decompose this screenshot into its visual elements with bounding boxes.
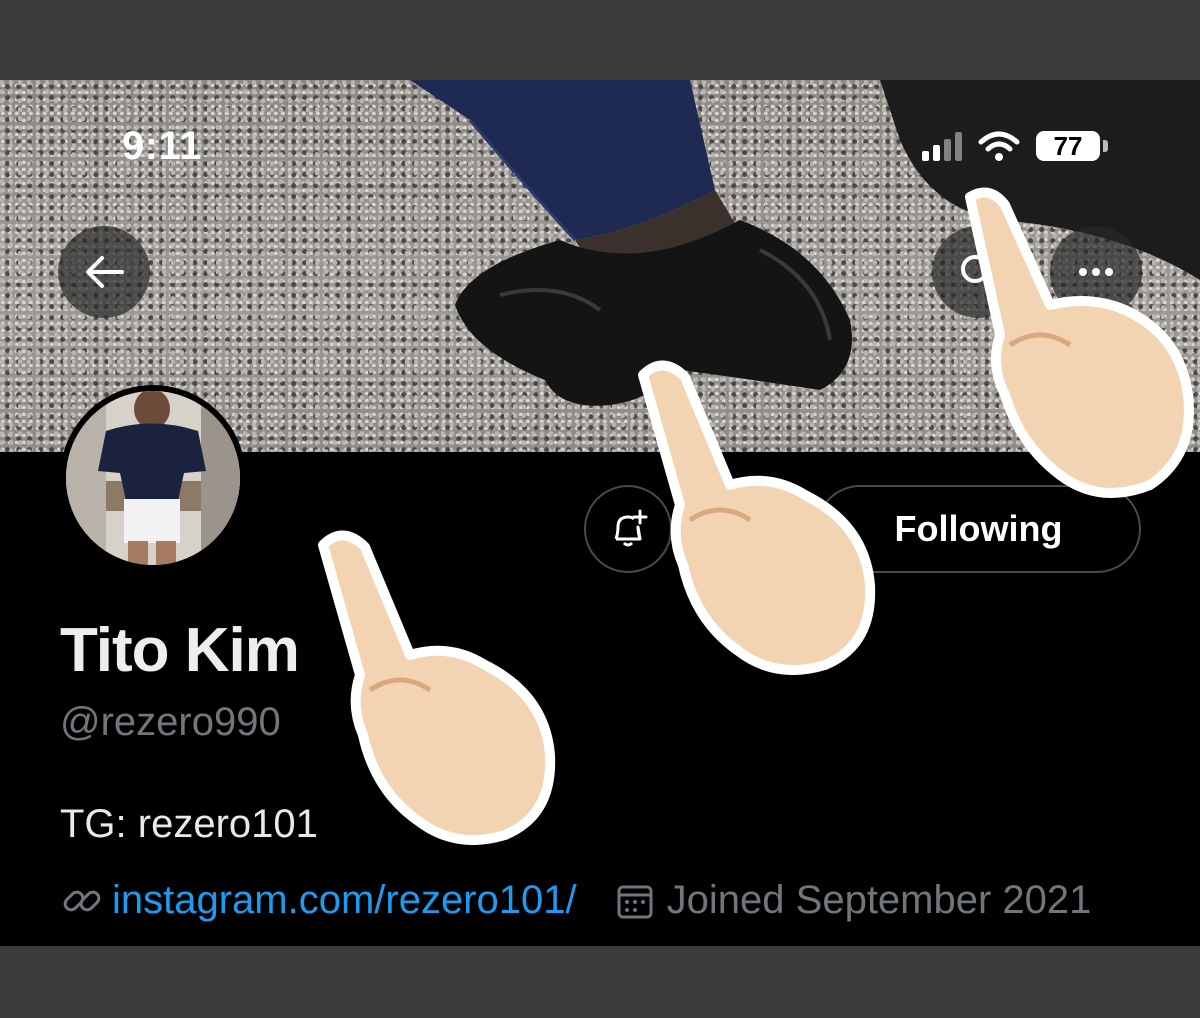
battery-level: 77 (1053, 130, 1083, 161)
hand-emoji-sticker (318, 530, 556, 845)
profile-link[interactable]: instagram.com/rezero101/ (112, 878, 577, 923)
back-button[interactable] (58, 226, 150, 318)
avatar-photo (66, 391, 240, 565)
frame-bottom (0, 946, 1200, 1018)
profile-handle: @rezero990 (60, 700, 281, 744)
calendar-icon (617, 885, 653, 918)
link-icon (63, 890, 101, 911)
joined-date: Joined September 2021 (666, 878, 1092, 922)
frame-top (0, 0, 1200, 80)
profile-name: Tito Kim (60, 616, 300, 685)
back-arrow-icon (86, 256, 124, 288)
signal-icon (922, 131, 962, 161)
wifi-icon (978, 131, 1020, 161)
profile-screen: 9:11 77 Following Tito Kim @rezero990 TG… (0, 80, 1200, 946)
hand-emoji-sticker (638, 360, 876, 675)
profile-bio: TG: rezero101 (60, 802, 318, 846)
hand-emoji-sticker (965, 187, 1194, 498)
status-indicators: 77 (922, 130, 1108, 162)
profile-meta: instagram.com/rezero101/ Joined Septembe… (60, 878, 1091, 923)
battery-indicator: 77 (1036, 130, 1108, 161)
profile-avatar[interactable] (60, 385, 246, 571)
status-time: 9:11 (122, 124, 202, 168)
